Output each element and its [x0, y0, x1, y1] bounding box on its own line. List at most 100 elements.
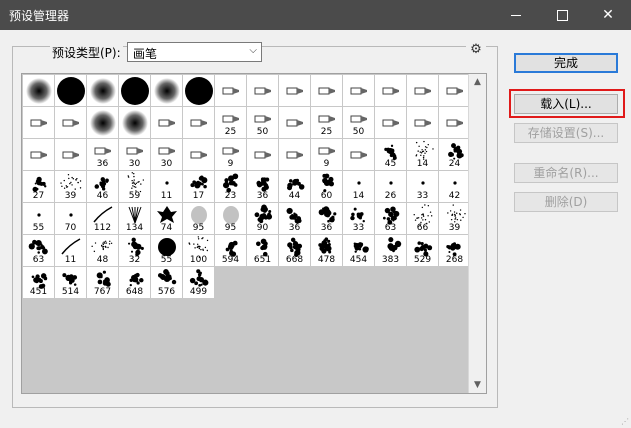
brush-preset-cell[interactable] [87, 75, 119, 107]
brush-preset-cell[interactable]: 383 [375, 235, 407, 267]
brush-preset-cell[interactable]: 594 [215, 235, 247, 267]
brush-preset-cell[interactable]: 648 [119, 267, 151, 299]
brush-preset-cell[interactable]: 11 [55, 235, 87, 267]
brush-preset-cell[interactable]: 24 [439, 139, 471, 171]
brush-preset-cell[interactable] [183, 107, 215, 139]
brush-preset-cell[interactable]: 39 [55, 171, 87, 203]
brush-preset-cell[interactable] [55, 139, 87, 171]
brush-preset-cell[interactable]: 514 [55, 267, 87, 299]
brush-preset-cell[interactable] [55, 75, 87, 107]
brush-preset-cell[interactable]: 478 [311, 235, 343, 267]
brush-preset-cell[interactable]: 33 [343, 203, 375, 235]
brush-preset-cell[interactable] [311, 75, 343, 107]
brush-preset-cell[interactable] [439, 107, 471, 139]
maximize-button[interactable] [539, 0, 585, 30]
brush-preset-cell[interactable]: 63 [375, 203, 407, 235]
preset-type-select[interactable]: 画笔 ⌵ [127, 42, 262, 62]
brush-preset-cell[interactable]: 576 [151, 267, 183, 299]
load-button[interactable]: 载入(L)... [514, 94, 618, 114]
brush-preset-cell[interactable]: 9 [215, 139, 247, 171]
brush-preset-cell[interactable] [407, 107, 439, 139]
brush-preset-cell[interactable]: 27 [23, 171, 55, 203]
brush-preset-cell[interactable] [23, 75, 55, 107]
vertical-scrollbar[interactable]: ▲ ▼ [468, 74, 486, 393]
brush-preset-cell[interactable] [23, 107, 55, 139]
brush-preset-cell[interactable]: 499 [183, 267, 215, 299]
brush-preset-cell[interactable]: 36 [311, 203, 343, 235]
brush-preset-cell[interactable]: 95 [215, 203, 247, 235]
brush-preset-cell[interactable] [343, 75, 375, 107]
brush-preset-cell[interactable]: 14 [343, 171, 375, 203]
brush-preset-cell[interactable]: 100 [183, 235, 215, 267]
brush-preset-cell[interactable]: 30 [119, 139, 151, 171]
brush-preset-cell[interactable]: 9 [311, 139, 343, 171]
gear-icon[interactable]: ⚙ [466, 42, 486, 57]
brush-preset-cell[interactable] [23, 139, 55, 171]
brush-preset-cell[interactable]: 90 [247, 203, 279, 235]
brush-preset-cell[interactable] [279, 139, 311, 171]
resize-grip-icon[interactable]: ⋰ [621, 417, 629, 426]
done-button[interactable]: 完成 [514, 53, 618, 73]
brush-preset-cell[interactable]: 46 [87, 171, 119, 203]
brush-preset-cell[interactable]: 529 [407, 235, 439, 267]
minimize-button[interactable] [493, 0, 539, 30]
brush-preset-cell[interactable] [119, 107, 151, 139]
brush-preset-cell[interactable]: 268 [439, 235, 471, 267]
brush-preset-cell[interactable] [343, 139, 375, 171]
brush-preset-cell[interactable]: 63 [23, 235, 55, 267]
brush-preset-cell[interactable]: 74 [151, 203, 183, 235]
brush-preset-cell[interactable]: 44 [279, 171, 311, 203]
delete-button[interactable]: 删除(D) [514, 192, 618, 212]
brush-preset-cell[interactable] [247, 139, 279, 171]
brush-preset-cell[interactable]: 11 [151, 171, 183, 203]
rename-button[interactable]: 重命名(R)... [514, 163, 618, 183]
brush-preset-cell[interactable]: 70 [55, 203, 87, 235]
brush-preset-cell[interactable] [279, 107, 311, 139]
brush-preset-cell[interactable]: 112 [87, 203, 119, 235]
brush-preset-cell[interactable]: 95 [183, 203, 215, 235]
brush-preset-cell[interactable]: 451 [23, 267, 55, 299]
brush-preset-cell[interactable]: 134 [119, 203, 151, 235]
brush-preset-cell[interactable] [375, 107, 407, 139]
brush-preset-cell[interactable]: 17 [183, 171, 215, 203]
brush-preset-cell[interactable]: 36 [87, 139, 119, 171]
brush-preset-cell[interactable]: 66 [407, 203, 439, 235]
brush-preset-cell[interactable]: 36 [247, 171, 279, 203]
brush-preset-cell[interactable]: 50 [343, 107, 375, 139]
brush-preset-cell[interactable]: 42 [439, 171, 471, 203]
brush-preset-cell[interactable]: 14 [407, 139, 439, 171]
brush-preset-cell[interactable] [215, 75, 247, 107]
save-settings-button[interactable]: 存储设置(S)... [514, 123, 618, 143]
brush-preset-cell[interactable] [375, 75, 407, 107]
brush-preset-cell[interactable] [279, 75, 311, 107]
brush-preset-cell[interactable]: 50 [247, 107, 279, 139]
brush-preset-cell[interactable] [87, 107, 119, 139]
brush-preset-cell[interactable]: 26 [375, 171, 407, 203]
brush-preset-cell[interactable]: 767 [87, 267, 119, 299]
brush-preset-cell[interactable] [407, 75, 439, 107]
brush-preset-cell[interactable]: 60 [311, 171, 343, 203]
brush-preset-cell[interactable] [439, 75, 471, 107]
brush-preset-cell[interactable] [183, 139, 215, 171]
arrow-down-icon[interactable]: ▼ [469, 380, 486, 390]
brush-preset-cell[interactable]: 454 [343, 235, 375, 267]
brush-preset-cell[interactable] [119, 75, 151, 107]
brush-preset-cell[interactable]: 33 [407, 171, 439, 203]
brush-preset-cell[interactable]: 668 [279, 235, 311, 267]
brush-preset-cell[interactable] [151, 75, 183, 107]
brush-preset-cell[interactable]: 39 [439, 203, 471, 235]
arrow-up-icon[interactable]: ▲ [469, 77, 486, 87]
brush-preset-cell[interactable]: 45 [375, 139, 407, 171]
close-button[interactable]: ✕ [585, 0, 631, 30]
brush-preset-cell[interactable] [183, 75, 215, 107]
brush-preset-cell[interactable]: 55 [23, 203, 55, 235]
brush-preset-cell[interactable]: 48 [87, 235, 119, 267]
brush-preset-cell[interactable]: 23 [215, 171, 247, 203]
brush-preset-cell[interactable] [247, 75, 279, 107]
brush-preset-cell[interactable]: 55 [151, 235, 183, 267]
brush-preset-cell[interactable] [55, 107, 87, 139]
brush-preset-cell[interactable]: 25 [215, 107, 247, 139]
brush-preset-cell[interactable] [151, 107, 183, 139]
brush-preset-cell[interactable]: 36 [279, 203, 311, 235]
brush-preset-cell[interactable]: 32 [119, 235, 151, 267]
